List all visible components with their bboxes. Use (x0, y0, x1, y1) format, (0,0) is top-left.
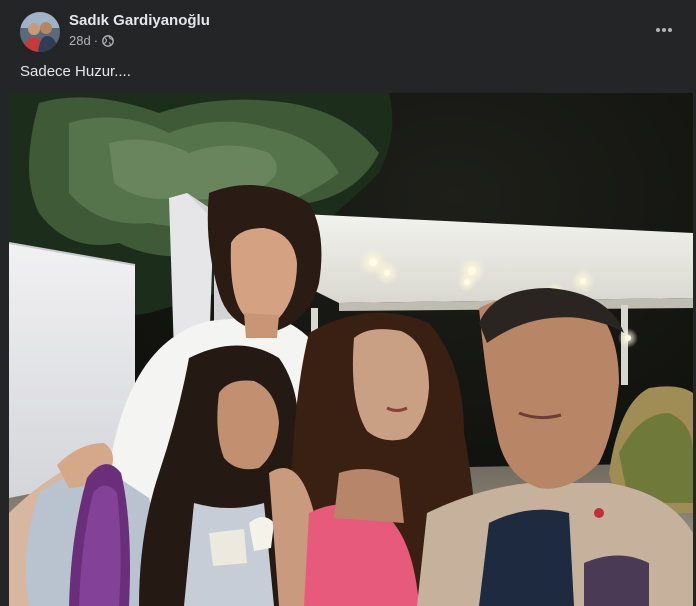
author-avatar[interactable] (20, 12, 60, 52)
post-caption: Sadece Huzur.... (20, 63, 131, 80)
avatar-image (20, 12, 60, 52)
author-name[interactable]: Sadık Gardiyanoğlu (69, 12, 210, 29)
post-meta: 28d · (69, 33, 114, 48)
more-options-button[interactable] (652, 20, 676, 40)
facebook-post: Sadık Gardiyanoğlu 28d · Sadece Huzur...… (0, 0, 696, 606)
globe-icon (102, 34, 114, 47)
post-timestamp[interactable]: 28d (69, 33, 91, 48)
post-photo[interactable] (9, 93, 693, 606)
family-photo-image (9, 93, 693, 606)
meta-separator: · (93, 33, 99, 48)
more-options-icon (656, 28, 672, 32)
post-header: Sadık Gardiyanoğlu 28d · (0, 0, 696, 56)
